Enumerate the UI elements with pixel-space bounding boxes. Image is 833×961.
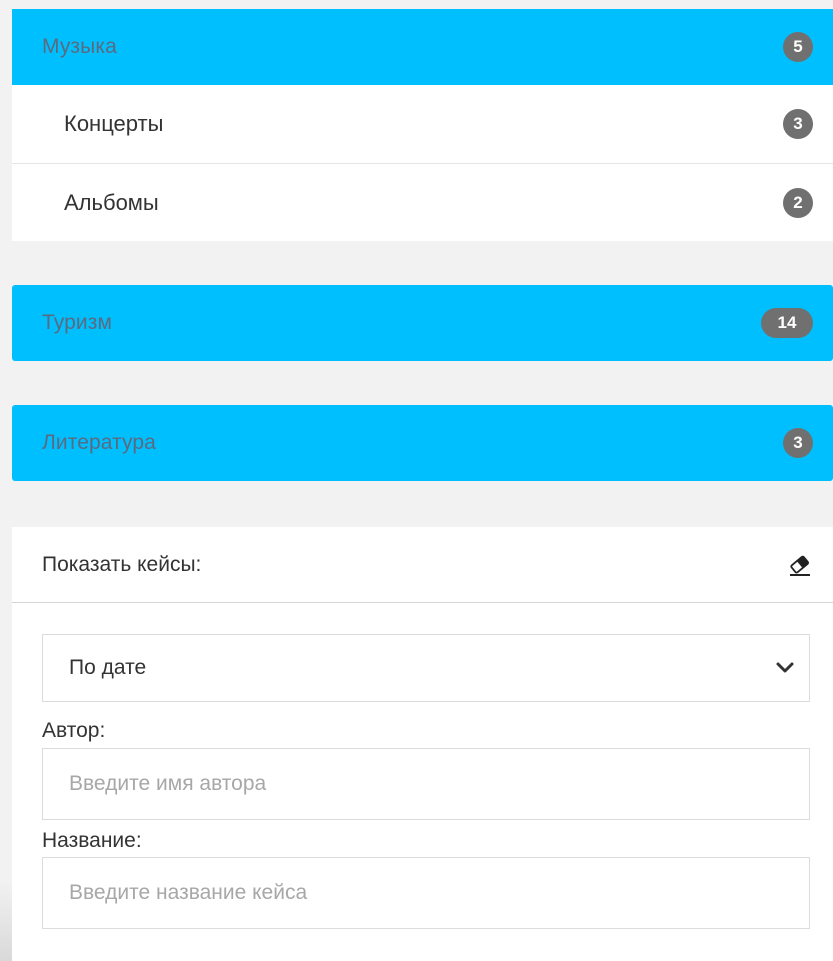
- count-badge: 3: [783, 428, 813, 458]
- subcategory-item-albums[interactable]: Альбомы 2: [12, 163, 833, 241]
- filter-title: Показать кейсы:: [42, 552, 202, 576]
- count-badge: 3: [783, 109, 813, 139]
- case-name-input[interactable]: [42, 857, 810, 929]
- count-badge: 2: [783, 187, 813, 218]
- subcategory-label: Концерты: [64, 111, 164, 136]
- count-badge: 14: [761, 308, 813, 338]
- subcategory-list: Концерты 3 Альбомы 2: [12, 85, 833, 241]
- edge-shadow: [0, 880, 12, 961]
- chevron-down-icon: [776, 662, 794, 673]
- category-header-tourism[interactable]: Туризм 14: [12, 285, 833, 361]
- count-badge: 5: [783, 32, 813, 62]
- subcategory-item-concerts[interactable]: Концерты 3: [12, 85, 833, 163]
- category-music: Музыка 5 Концерты 3 Альбомы 2: [12, 9, 833, 241]
- category-literature: Литература 3: [12, 405, 833, 481]
- eraser-icon[interactable]: [787, 552, 813, 578]
- category-title: Литература: [42, 431, 156, 454]
- category-tourism: Туризм 14: [12, 285, 833, 361]
- category-header-music[interactable]: Музыка 5: [12, 9, 833, 85]
- author-label: Автор:: [42, 719, 106, 742]
- category-title: Музыка: [42, 35, 117, 58]
- name-label: Название:: [42, 829, 142, 852]
- sort-select[interactable]: По дате: [42, 634, 810, 702]
- filter-panel: Показать кейсы: По дате Автор: Название:: [12, 527, 833, 961]
- author-input[interactable]: [42, 748, 810, 820]
- category-title: Туризм: [42, 311, 112, 334]
- category-header-literature[interactable]: Литература 3: [12, 405, 833, 481]
- filter-header: Показать кейсы:: [12, 527, 833, 603]
- sort-select-value: По дате: [69, 656, 147, 679]
- subcategory-label: Альбомы: [64, 189, 159, 215]
